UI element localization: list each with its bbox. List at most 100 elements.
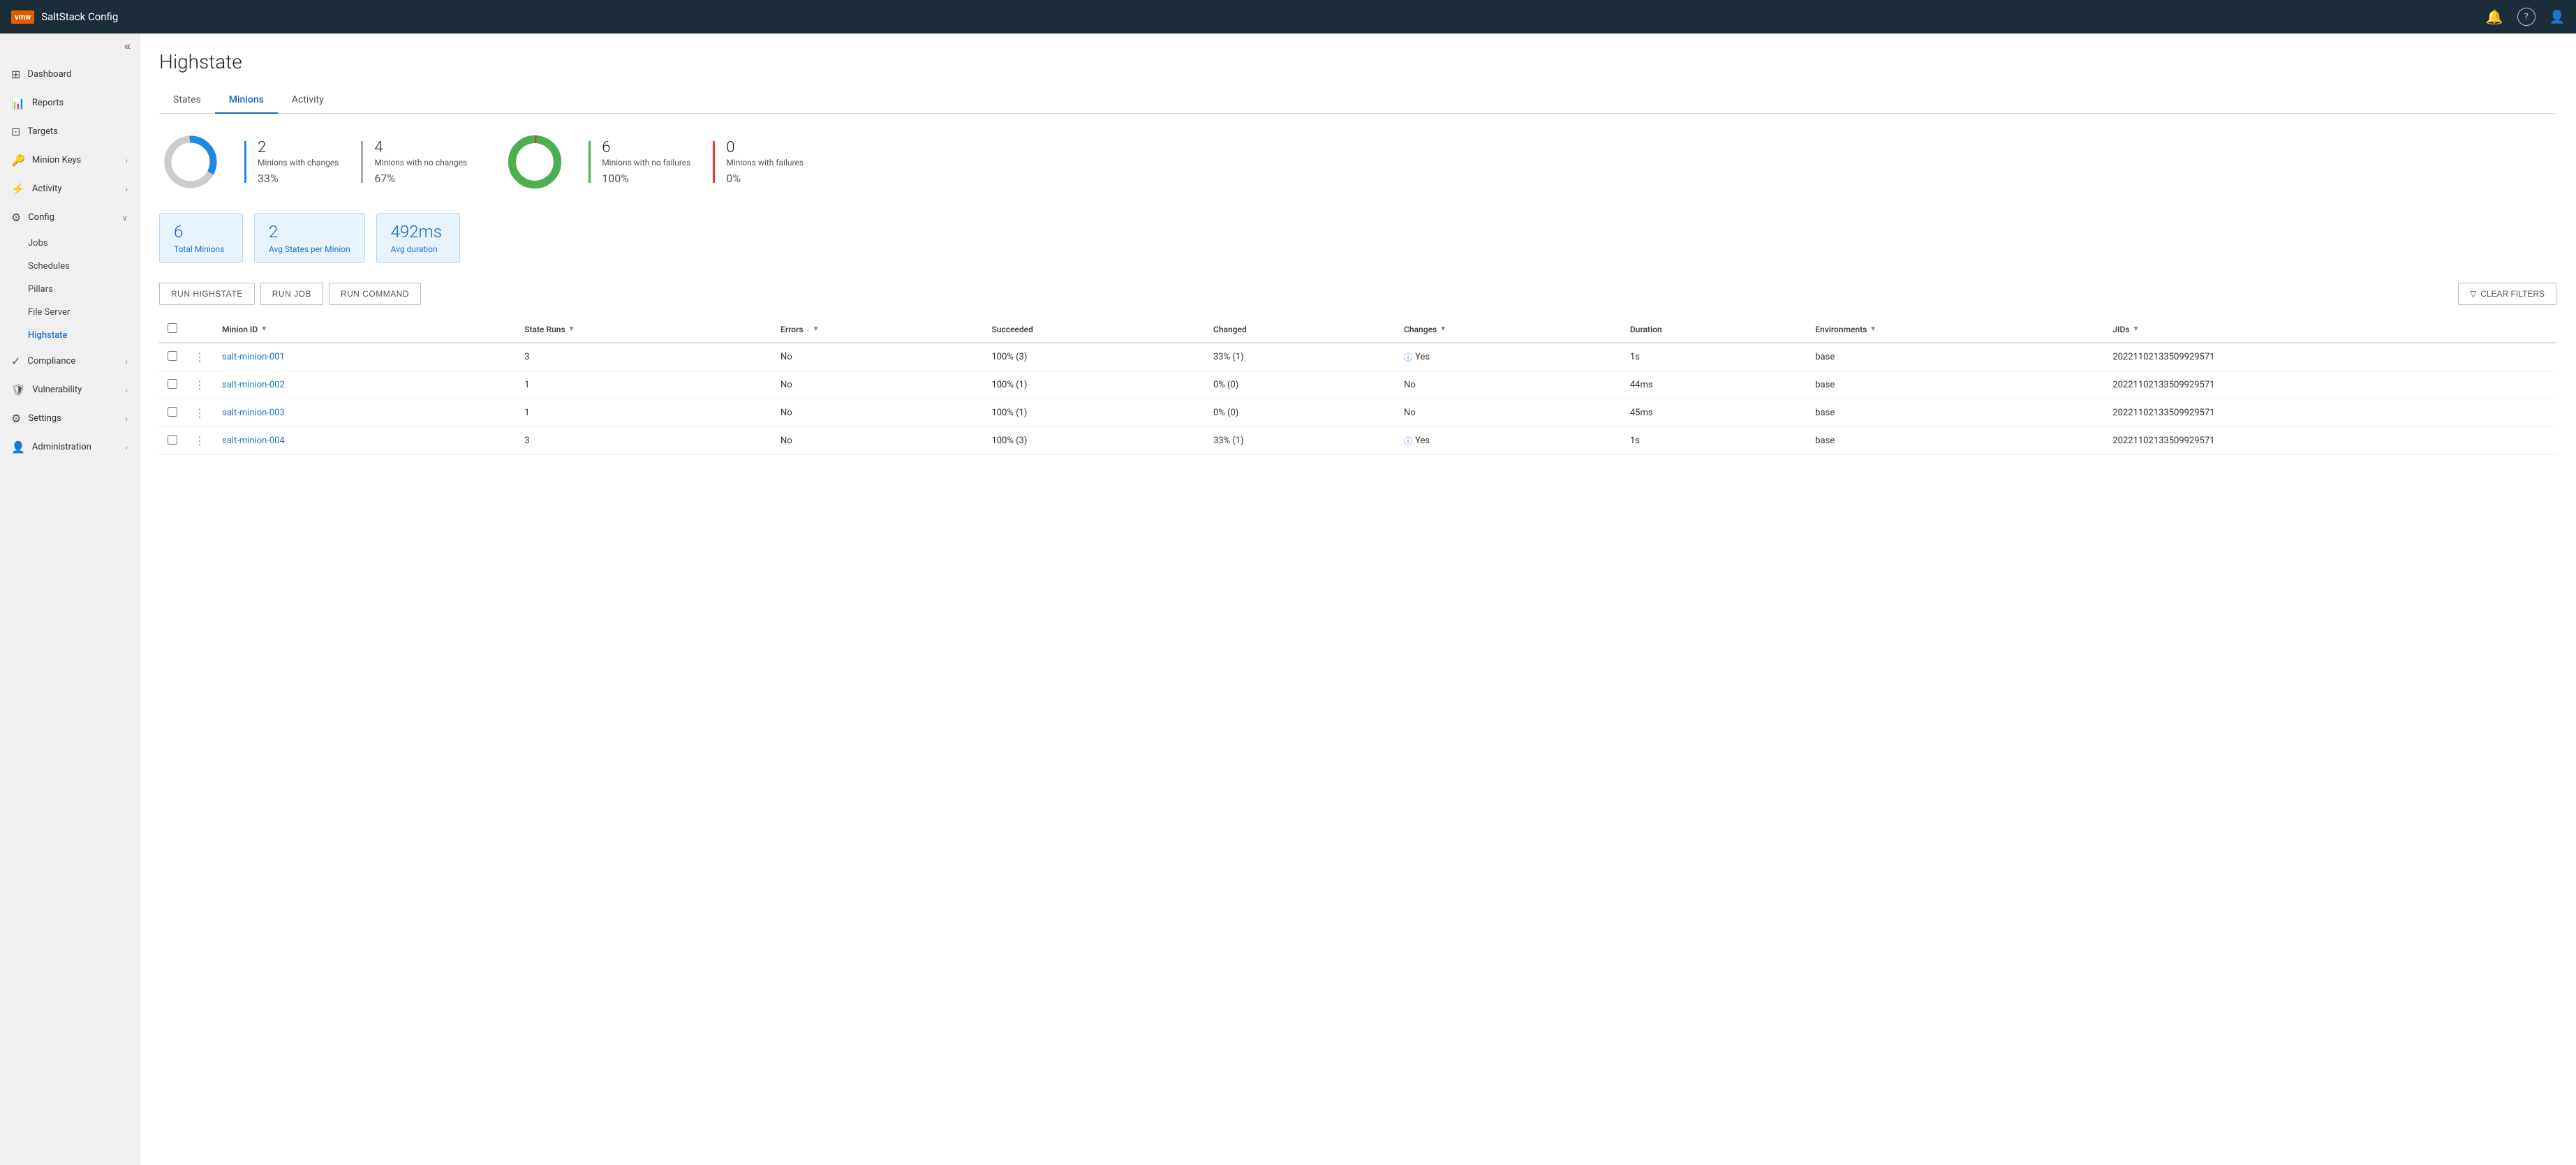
cell-checkbox <box>159 427 186 455</box>
sidebar-item-activity[interactable]: ⚡ Activity › <box>0 175 139 203</box>
info-cards: 6 Total Minions 2 Avg States per Minion … <box>159 213 2556 263</box>
sidebar-item-administration[interactable]: 👤 Administration › <box>0 433 139 461</box>
row-checkbox[interactable] <box>168 379 177 389</box>
cell-checkbox <box>159 343 186 371</box>
chevron-right-icon: › <box>125 414 128 424</box>
nofailures-label: Minions with no failures <box>602 158 690 168</box>
tab-activity[interactable]: Activity <box>278 87 338 114</box>
col-checkbox <box>159 316 186 343</box>
minions-table: Minion ID ▼ State Runs ▼ <box>159 316 2556 455</box>
row-checkbox[interactable] <box>168 435 177 445</box>
sidebar-sub-item-jobs[interactable]: Jobs <box>0 232 139 255</box>
errors-sort-icon[interactable]: ↓ <box>806 325 810 333</box>
row-checkbox[interactable] <box>168 407 177 417</box>
collapse-button[interactable]: « <box>124 40 131 53</box>
clear-filters-label: CLEAR FILTERS <box>2480 289 2545 299</box>
vulnerability-icon: 🛡 <box>11 383 25 396</box>
tab-minions[interactable]: Minions <box>215 87 278 114</box>
targets-icon: ⊡ <box>11 125 20 138</box>
cell-jids: 20221102133509929571 <box>2104 371 2556 399</box>
jids-filter-icon[interactable]: ▼ <box>2132 325 2139 333</box>
table-header-row: Minion ID ▼ State Runs ▼ <box>159 316 2556 343</box>
stat-text-nofailures: 6 Minions with no failures 100% <box>602 139 690 185</box>
environments-filter-icon[interactable]: ▼ <box>1870 325 1877 333</box>
cell-succeeded: 100% (1) <box>983 399 1205 427</box>
minion-id-link[interactable]: salt-minion-004 <box>222 436 285 446</box>
changes-filter-icon[interactable]: ▼ <box>1439 325 1446 333</box>
row-menu-button[interactable]: ⋮ <box>194 378 205 392</box>
sidebar: « ⊞ Dashboard 📊 Reports ⊡ Targets 🔑 Mini… <box>0 34 140 1165</box>
col-changed: Changed <box>1205 316 1396 343</box>
cell-minion-id: salt-minion-002 <box>214 371 516 399</box>
page-title: Highstate <box>159 50 2556 73</box>
tab-states[interactable]: States <box>159 87 215 114</box>
table-row: ⋮ salt-minion-002 1 No 100% (1) 0% (0) N… <box>159 371 2556 399</box>
sidebar-item-label: Activity <box>32 184 62 194</box>
cell-succeeded: 100% (3) <box>983 427 1205 455</box>
nofailures-count: 6 <box>602 139 690 156</box>
stat-group-failures: 0 Minions with failures 0% <box>713 139 804 185</box>
cell-state-runs: 3 <box>516 427 772 455</box>
minion-id-link[interactable]: salt-minion-001 <box>222 352 285 362</box>
state-runs-filter-icon[interactable]: ▼ <box>568 325 575 333</box>
cell-errors: No <box>772 399 983 427</box>
row-menu-button[interactable]: ⋮ <box>194 406 205 420</box>
cell-changes: No <box>1396 399 1622 427</box>
nochanges-count: 4 <box>374 139 467 156</box>
sidebar-sub-item-schedules[interactable]: Schedules <box>0 255 139 278</box>
cell-changes: No <box>1396 371 1622 399</box>
run-job-button[interactable]: RUN JOB <box>260 283 323 305</box>
run-command-button[interactable]: RUN COMMAND <box>329 283 421 305</box>
sidebar-item-minion-keys[interactable]: 🔑 Minion Keys › <box>0 146 139 175</box>
nofailures-pct: 100% <box>602 172 690 185</box>
sidebar-item-label: Config <box>28 212 54 223</box>
errors-filter-icon[interactable]: ▼ <box>813 325 820 333</box>
cell-minion-id: salt-minion-004 <box>214 427 516 455</box>
user-icon[interactable]: 👤 <box>2549 10 2565 24</box>
sidebar-sub-item-highstate[interactable]: Highstate <box>0 324 139 347</box>
sidebar-collapse: « <box>0 34 139 60</box>
bell-icon[interactable]: 🔔 <box>2486 8 2503 25</box>
sidebar-sub-item-file-server[interactable]: File Server <box>0 301 139 324</box>
topnav-right: 🔔 ? 👤 <box>2486 8 2565 26</box>
col-jids: JIDs ▼ <box>2104 316 2556 343</box>
sidebar-item-vulnerability[interactable]: 🛡 Vulnerability › <box>0 376 139 404</box>
vmw-logo: vmw <box>11 10 34 24</box>
compliance-icon: ✓ <box>11 355 20 368</box>
changes-value: No <box>1404 408 1416 418</box>
sidebar-item-compliance[interactable]: ✓ Compliance › <box>0 347 139 376</box>
run-highstate-button[interactable]: RUN HIGHSTATE <box>159 283 255 305</box>
sidebar-sub-item-pillars[interactable]: Pillars <box>0 278 139 301</box>
row-checkbox[interactable] <box>168 351 177 361</box>
row-menu-button[interactable]: ⋮ <box>194 350 205 364</box>
sidebar-item-label: Vulnerability <box>32 385 82 395</box>
clear-filters-button[interactable]: ▽ CLEAR FILTERS <box>2458 283 2556 305</box>
cell-changes: ⓘYes <box>1396 343 1622 371</box>
avg-duration-number: 492ms <box>391 222 445 242</box>
minion-id-link[interactable]: salt-minion-003 <box>222 408 285 418</box>
cell-menu: ⋮ <box>186 371 214 399</box>
cell-state-runs: 3 <box>516 343 772 371</box>
row-menu-button[interactable]: ⋮ <box>194 434 205 447</box>
sidebar-item-settings[interactable]: ⚙ Settings › <box>0 404 139 433</box>
minion-id-filter-icon[interactable]: ▼ <box>260 325 267 333</box>
minion-id-link[interactable]: salt-minion-002 <box>222 380 285 390</box>
changes-count: 2 <box>258 139 339 156</box>
table-row: ⋮ salt-minion-004 3 No 100% (3) 33% (1) … <box>159 427 2556 455</box>
sidebar-item-config[interactable]: ⚙ Config ∨ <box>0 203 139 232</box>
cell-changed: 0% (0) <box>1205 371 1396 399</box>
select-all-checkbox[interactable] <box>168 323 177 333</box>
sidebar-item-reports[interactable]: 📊 Reports <box>0 89 139 117</box>
cell-jids: 20221102133509929571 <box>2104 427 2556 455</box>
sidebar-item-label: Administration <box>32 442 91 452</box>
cell-environments: base <box>1807 371 2104 399</box>
cell-jids: 20221102133509929571 <box>2104 399 2556 427</box>
cell-environments: base <box>1807 399 2104 427</box>
col-changes: Changes ▼ <box>1396 316 1622 343</box>
stat-text-failures: 0 Minions with failures 0% <box>726 139 804 185</box>
changes-pct: 33% <box>258 172 339 185</box>
sidebar-item-dashboard[interactable]: ⊞ Dashboard <box>0 60 139 89</box>
help-icon[interactable]: ? <box>2517 8 2536 26</box>
sidebar-item-targets[interactable]: ⊡ Targets <box>0 117 139 146</box>
col-errors: Errors ↓ ▼ <box>772 316 983 343</box>
